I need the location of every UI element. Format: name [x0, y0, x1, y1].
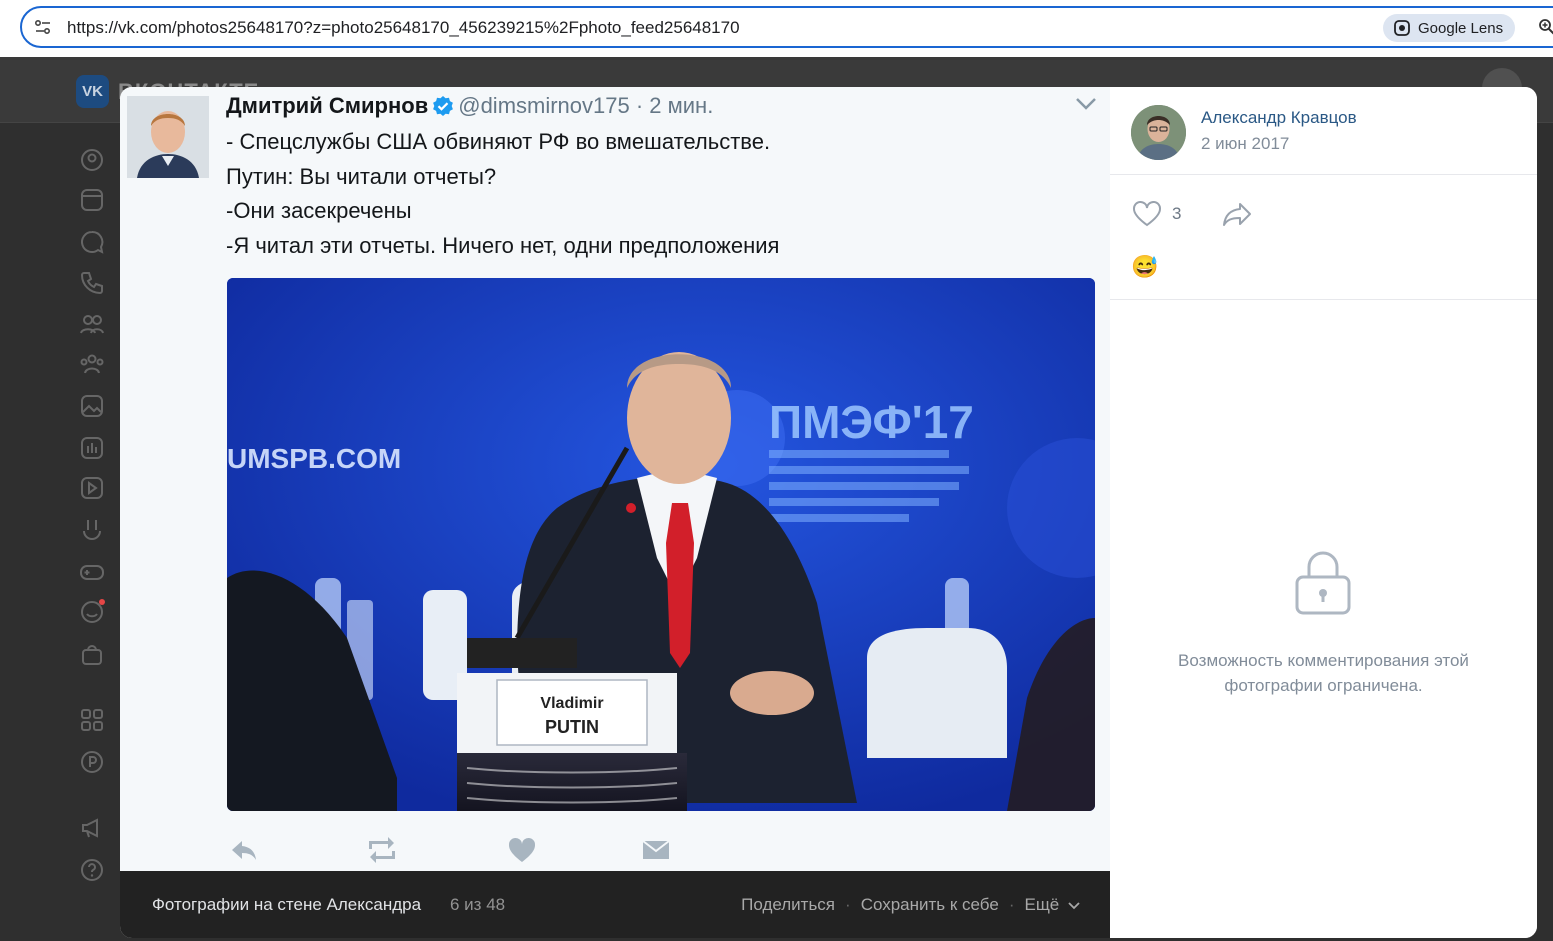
like-icon[interactable]	[1131, 199, 1163, 229]
share-link[interactable]: Поделиться	[741, 895, 835, 915]
google-lens-label: Google Lens	[1418, 19, 1504, 37]
separator-dot: ·	[1008, 895, 1015, 914]
market-icon[interactable]	[78, 640, 106, 668]
profile-icon[interactable]	[78, 146, 106, 174]
tweet-line: -Они засекречены	[226, 198, 412, 223]
ads-icon[interactable]	[78, 814, 106, 842]
chevron-down-icon	[1068, 902, 1080, 910]
services-icon[interactable]	[78, 706, 106, 734]
vk-logo-icon[interactable]: VK	[76, 75, 109, 108]
clips-icon[interactable]	[78, 516, 106, 544]
more-label: Ещё	[1024, 895, 1060, 914]
messenger-icon[interactable]	[78, 228, 106, 256]
vkpay-icon[interactable]	[78, 748, 106, 776]
tweet-line: -Я читал эти отчеты. Ничего нет, одни пр…	[226, 232, 780, 258]
news-icon[interactable]	[78, 186, 106, 214]
comments-locked-message: Возможность комментирования этой фотогра…	[1178, 651, 1469, 695]
photo[interactable]: Дмитрий Смирнов @dimsmirnov175 · 2 мин. …	[120, 87, 1110, 871]
tweet-text: - Спецслужбы США обвиняют РФ во вмешател…	[226, 125, 779, 263]
tweet-line: - Спецслужбы США обвиняют РФ во вмешател…	[226, 129, 771, 154]
photo-counter: 6 из 48	[450, 895, 506, 914]
separator-dot: ·	[845, 895, 851, 914]
tweet-photo: ПМЭФ'17 UMSPB.COM Vladimir PUTIN	[227, 278, 1095, 811]
verified-badge-icon	[433, 96, 454, 116]
photos-icon[interactable]	[78, 392, 106, 420]
browser-toolbar: https://vk.com/photos25648170?z=photo256…	[0, 0, 1553, 57]
video-icon[interactable]	[78, 474, 106, 502]
friends-icon[interactable]	[78, 310, 106, 338]
help-icon[interactable]	[78, 856, 106, 884]
tweet-author-name: Дмитрий Смирнов @dimsmirnov175 · 2 мин.	[226, 93, 713, 119]
divider	[1110, 299, 1537, 300]
reaction-emoji[interactable]: 😅	[1131, 254, 1158, 280]
heart-icon	[508, 837, 536, 862]
tweet-author-avatar	[127, 96, 209, 178]
retweet-icon	[369, 837, 395, 863]
photo-sidebar: Александр Кравцов 2 июн 2017 3 😅 Возможн…	[1110, 87, 1537, 938]
viewer-actions: Поделиться · Сохранить к себе · Ещё	[741, 895, 1080, 915]
address-bar[interactable]: https://vk.com/photos25648170?z=photo256…	[20, 6, 1553, 48]
url-text[interactable]: https://vk.com/photos25648170?z=photo256…	[67, 18, 740, 38]
nameplate-last: PUTIN	[545, 717, 599, 737]
games-icon[interactable]	[78, 558, 106, 586]
photo-viewer: Дмитрий Смирнов @dimsmirnov175 · 2 мин. …	[120, 87, 1537, 938]
site-settings-icon[interactable]	[34, 18, 52, 36]
save-link[interactable]: Сохранить к себе	[861, 895, 999, 915]
music-icon[interactable]	[78, 434, 106, 462]
album-title[interactable]: Фотографии на стене Александра	[152, 895, 421, 915]
google-lens-button[interactable]: Google Lens	[1383, 14, 1516, 42]
more-menu[interactable]: Ещё	[1024, 895, 1080, 915]
viewer-bottom-bar: Фотографии на стене Александра 6 из 48 П…	[120, 871, 1110, 938]
nameplate-first: Vladimir	[540, 695, 603, 712]
lock-icon	[1295, 551, 1351, 615]
forum-logo-text: ПМЭФ'17	[769, 396, 974, 448]
author-avatar[interactable]	[1131, 105, 1186, 160]
post-date[interactable]: 2 июн 2017	[1201, 134, 1289, 154]
chevron-down-icon	[1076, 98, 1096, 110]
tweet-line: Путин: Вы читали отчеты?	[226, 163, 497, 189]
tweet-actions	[228, 835, 678, 865]
tweet-author-label: Дмитрий Смирнов	[226, 93, 429, 118]
tweet-handle-time: @dimsmirnov175 · 2 мин.	[458, 93, 714, 118]
mail-icon	[642, 840, 670, 859]
author-name[interactable]: Александр Кравцов	[1201, 108, 1357, 128]
calls-icon[interactable]	[78, 268, 106, 296]
lens-icon	[1394, 20, 1410, 36]
communities-icon[interactable]	[78, 350, 106, 378]
left-sign-text: UMSPB.COM	[227, 443, 401, 474]
like-count: 3	[1172, 204, 1182, 223]
stickers-icon[interactable]	[78, 598, 106, 626]
reply-icon	[232, 841, 256, 860]
share-icon[interactable]	[1220, 199, 1254, 229]
zoom-icon[interactable]	[1538, 18, 1553, 36]
divider	[1110, 174, 1537, 175]
